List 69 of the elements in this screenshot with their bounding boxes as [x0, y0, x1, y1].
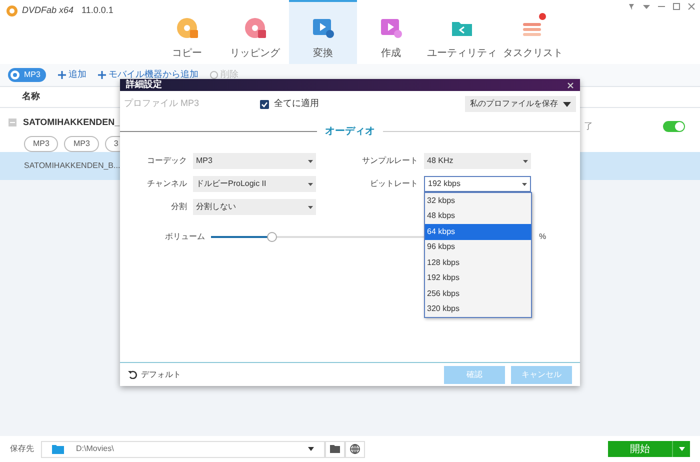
- dropdown-option[interactable]: 64 kbps: [425, 224, 531, 240]
- reset-icon: [128, 370, 137, 379]
- folder-icon: [52, 444, 64, 454]
- path-field[interactable]: D:\Movies\: [41, 440, 325, 458]
- caret-icon: [308, 447, 314, 451]
- dropdown-option[interactable]: 128 kbps: [425, 255, 531, 270]
- video-icon: [310, 16, 336, 40]
- caret-icon: [678, 447, 684, 451]
- caret-icon: [308, 182, 313, 186]
- nav-tab[interactable]: 作成: [357, 0, 425, 64]
- checkbox[interactable]: [260, 100, 269, 108]
- disc-icon: [174, 16, 200, 40]
- nav-tab[interactable]: ユーティリティ: [425, 0, 499, 64]
- browse-button[interactable]: [325, 440, 345, 458]
- version-text: 11.0.0.1: [82, 4, 114, 17]
- unit-text: %: [539, 231, 546, 243]
- collapse-icon: [8, 118, 17, 128]
- close-icon[interactable]: [567, 82, 574, 88]
- save-profile-button[interactable]: 私のプロファイルを保存: [465, 96, 576, 112]
- toggle-switch[interactable]: [663, 121, 685, 132]
- toolbar-button[interactable]: 追加: [58, 68, 86, 82]
- caret-icon: [522, 182, 527, 186]
- dropdown-option[interactable]: 192 kbps: [425, 270, 531, 286]
- video-icon: [378, 16, 404, 40]
- checkbox-label: 全てに適用: [274, 97, 319, 110]
- dropdown[interactable]: 192 kbps: [424, 176, 531, 192]
- field-label: チャンネル: [146, 178, 187, 190]
- caret-icon: [523, 160, 528, 162]
- maximize-icon[interactable]: [672, 2, 681, 11]
- field-label: コーデック: [146, 155, 187, 167]
- nav-tab[interactable]: 変換: [289, 0, 357, 64]
- status-text: 了: [584, 120, 593, 133]
- dropdown-option[interactable]: 48 kbps: [425, 208, 531, 224]
- dropdown[interactable]: 分割しない: [193, 199, 316, 215]
- dropdown-option[interactable]: 32 kbps: [425, 193, 531, 208]
- profile-label: プロファイル MP3: [124, 97, 200, 110]
- dropdown-option[interactable]: 96 kbps: [425, 240, 531, 255]
- dialog-title: 詳細設定: [126, 78, 162, 92]
- app-title: DVDFab x64: [22, 4, 74, 17]
- nav-tab[interactable]: リッピング: [221, 0, 289, 64]
- default-button[interactable]: デフォルト: [128, 368, 181, 380]
- field-label: ボリューム: [164, 231, 205, 243]
- plus-icon: [58, 71, 66, 79]
- nav-tab[interactable]: タスクリスト: [499, 0, 567, 64]
- globe-icon: [350, 444, 360, 454]
- dropdown[interactable]: ドルビーProLogic II: [193, 176, 316, 192]
- caret-icon: [308, 206, 313, 208]
- web-button[interactable]: [345, 440, 365, 458]
- save-label: 保存先: [10, 443, 34, 455]
- file-title: SATOMIHAKKENDEN_: [23, 116, 120, 129]
- plus-icon: [98, 71, 106, 79]
- dropdown-option[interactable]: 256 kbps: [425, 286, 531, 302]
- dropdown[interactable]: 48 KHz: [424, 153, 531, 169]
- field-label: ビットレート: [369, 178, 418, 190]
- dropdown-option[interactable]: 320 kbps: [425, 302, 531, 317]
- disc-icon: [242, 16, 268, 40]
- column-header: 名称: [22, 90, 40, 104]
- dropdown[interactable]: MP3: [193, 153, 316, 169]
- section-title: オーディオ: [324, 124, 376, 138]
- field-label: 分割: [170, 201, 187, 213]
- caret-icon: [308, 160, 313, 162]
- menu-icon[interactable]: [642, 2, 651, 11]
- logo-icon: [6, 4, 18, 17]
- nav-tab[interactable]: コピー: [153, 0, 221, 64]
- circle-icon: [210, 71, 218, 79]
- field-label: サンプルレート: [361, 155, 418, 167]
- pin-icon[interactable]: [627, 2, 636, 11]
- disc-icon: [10, 70, 20, 80]
- folder-icon: [330, 445, 340, 453]
